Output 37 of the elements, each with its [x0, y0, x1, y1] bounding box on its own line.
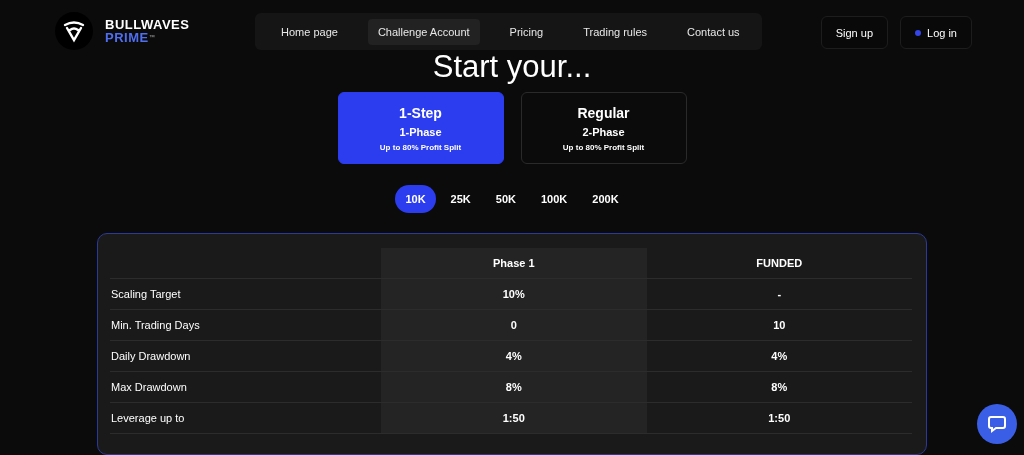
table-cell: 1:50: [381, 403, 647, 433]
column-header: FUNDED: [755, 256, 804, 271]
row-label: Leverage up to: [110, 411, 186, 426]
nav-link[interactable]: Challenge Account: [367, 18, 480, 45]
row-label: Daily Drawdown: [110, 349, 192, 364]
table-cell-text: 1:50: [767, 411, 792, 426]
column-header: Phase 1: [381, 248, 647, 278]
row-label: Max Drawdown: [110, 380, 188, 395]
logo-icon: [55, 12, 93, 50]
amount-tab[interactable]: 50K: [485, 185, 526, 213]
chat-icon: [987, 414, 1007, 434]
page-title: Start your...: [432, 50, 592, 86]
table-cell: 8%: [381, 372, 647, 402]
plan-card[interactable]: Regular 2-Phase Up to 80% Profit Split: [520, 92, 687, 164]
table-cell-text: 10: [772, 318, 787, 333]
table-cell-text: 8%: [770, 380, 789, 395]
brand-name: BULLWAVES: [105, 18, 190, 31]
nav-link[interactable]: Trading rules: [573, 18, 658, 45]
table-cell-text: -: [776, 287, 783, 302]
table-cell: 10%: [381, 279, 647, 309]
table-cell: 0: [381, 310, 647, 340]
row-label: Scaling Target: [110, 287, 182, 302]
table-cell-text: 4%: [770, 349, 789, 364]
nav-link[interactable]: Home page: [271, 18, 348, 45]
table-cell: 4%: [381, 341, 647, 371]
amount-tab[interactable]: 10K: [395, 185, 436, 213]
row-label: Min. Trading Days: [110, 318, 201, 333]
amount-tab[interactable]: 200K: [582, 185, 629, 213]
log-in-button[interactable]: Log in: [900, 16, 972, 49]
amount-tab[interactable]: 100K: [531, 185, 578, 213]
nav-link[interactable]: Contact us: [677, 18, 750, 45]
sign-up-button[interactable]: Sign up: [820, 16, 888, 49]
nav-link[interactable]: Pricing: [499, 18, 554, 45]
brand-subtitle: PRIME: [105, 31, 149, 44]
plan-card[interactable]: 1-Step 1-Phase Up to 80% Profit Split: [337, 92, 504, 164]
chat-button[interactable]: [977, 404, 1017, 444]
amount-tab[interactable]: 25K: [440, 185, 481, 213]
